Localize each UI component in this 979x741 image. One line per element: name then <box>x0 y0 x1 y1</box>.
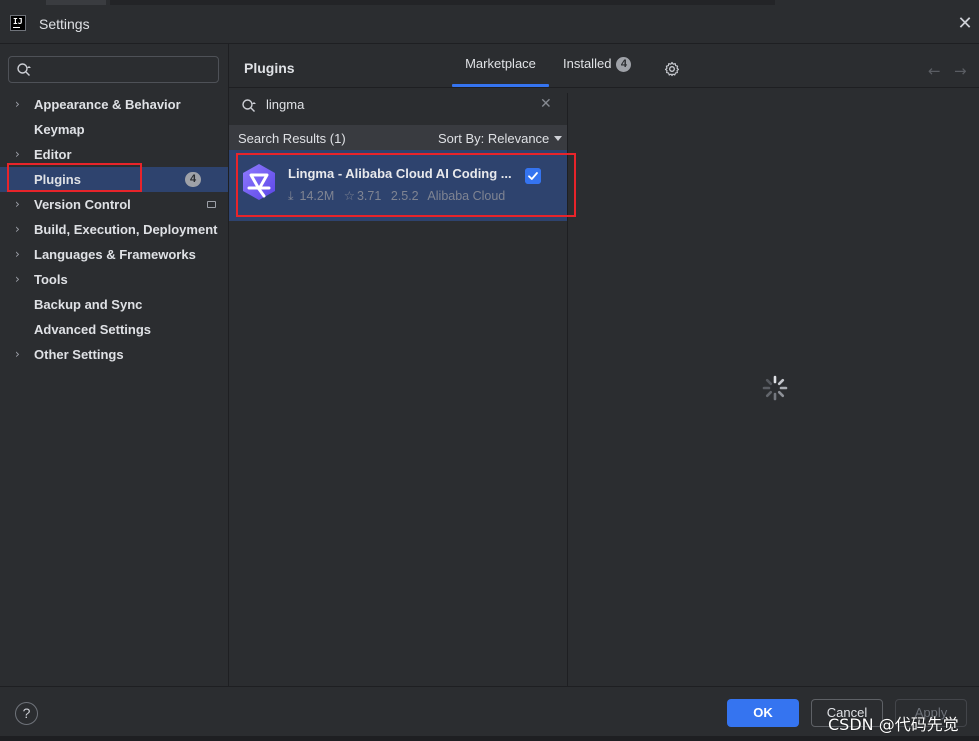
chevron-right-icon[interactable]: › <box>15 92 27 117</box>
sidebar-item-advanced-settings[interactable]: Advanced Settings <box>0 317 228 342</box>
chevron-right-icon[interactable]: › <box>15 242 27 267</box>
sort-label: Sort By: Relevance <box>438 131 550 146</box>
chevron-right-icon[interactable]: › <box>15 192 27 217</box>
settings-search-input[interactable] <box>8 56 219 83</box>
close-icon[interactable]: ✕ <box>956 15 974 33</box>
bottom-strip <box>0 736 979 741</box>
ok-button[interactable]: OK <box>727 699 799 727</box>
csdn-watermark: CSDN @代码先觉 <box>828 715 959 734</box>
settings-tree: › Appearance & Behavior Keymap › Editor Plugi… <box>0 92 228 367</box>
back-arrow-icon[interactable]: ← <box>928 62 941 80</box>
forward-arrow-icon[interactable]: → <box>954 62 967 80</box>
chevron-right-icon[interactable]: › <box>15 267 27 292</box>
sidebar-item-label: Tools <box>34 272 68 287</box>
tab-installed-label: Installed <box>563 56 612 71</box>
sidebar-item-keymap[interactable]: Keymap <box>0 117 228 142</box>
chevron-down-icon <box>554 136 563 141</box>
sidebar-item-label: Keymap <box>34 122 85 137</box>
sidebar-item-label: Other Settings <box>34 347 124 362</box>
intellij-icon: IJ <box>10 15 26 31</box>
footer-divider <box>0 686 979 687</box>
tab-marketplace[interactable]: Marketplace <box>452 50 549 87</box>
sidebar-item-version-control[interactable]: › Version Control <box>0 192 228 217</box>
search-icon <box>242 99 256 112</box>
chevron-right-icon[interactable]: › <box>15 342 27 367</box>
search-icon <box>17 63 31 76</box>
spinner-icon <box>762 375 788 401</box>
highlight-box-plugin-row <box>236 153 576 217</box>
clear-icon[interactable]: ✕ <box>540 96 552 112</box>
sidebar-item-label: Build, Execution, Deployment <box>34 222 218 237</box>
sidebar-item-label: Version Control <box>34 197 131 212</box>
title-bar: IJ Settings ✕ <box>0 5 979 43</box>
highlight-box-plugins <box>7 163 142 192</box>
sidebar-item-tools[interactable]: › Tools <box>0 267 228 292</box>
sidebar-item-backup-and-sync[interactable]: Backup and Sync <box>0 292 228 317</box>
settings-dialog: IJ Settings ✕ › Appearance & Behavior Keym… <box>0 5 979 741</box>
results-count: Search Results (1) <box>238 131 346 146</box>
gear-icon[interactable] <box>664 61 680 77</box>
sidebar-item-label: Advanced Settings <box>34 322 152 337</box>
project-level-icon <box>207 201 216 208</box>
sidebar-item-build-execution-deployment[interactable]: › Build, Execution, Deployment <box>0 217 228 242</box>
dialog-title: Settings <box>39 16 90 32</box>
sort-dropdown[interactable]: Sort By: Relevance <box>438 131 563 146</box>
sidebar-item-languages-frameworks[interactable]: › Languages & Frameworks <box>0 242 228 267</box>
sidebar-item-label: Backup and Sync <box>34 297 143 312</box>
chevron-right-icon[interactable]: › <box>15 217 27 242</box>
plugin-search-input[interactable]: lingma ✕ <box>229 88 567 124</box>
plugins-count-badge: 4 <box>185 172 201 187</box>
sidebar-item-label: Languages & Frameworks <box>34 247 196 262</box>
sidebar-item-other-settings[interactable]: › Other Settings <box>0 342 228 367</box>
sidebar-item-appearance-behavior[interactable]: › Appearance & Behavior <box>0 92 228 117</box>
help-button[interactable]: ? <box>15 702 38 725</box>
sidebar-item-label: Appearance & Behavior <box>34 97 181 112</box>
results-header: Search Results (1) Sort By: Relevance <box>229 125 567 150</box>
settings-sidebar: › Appearance & Behavior Keymap › Editor Plugi… <box>0 44 228 686</box>
tab-installed[interactable]: Installed 4 <box>555 50 632 87</box>
search-query: lingma <box>266 97 305 112</box>
page-title: Plugins <box>244 60 295 76</box>
installed-count-badge: 4 <box>616 57 632 72</box>
